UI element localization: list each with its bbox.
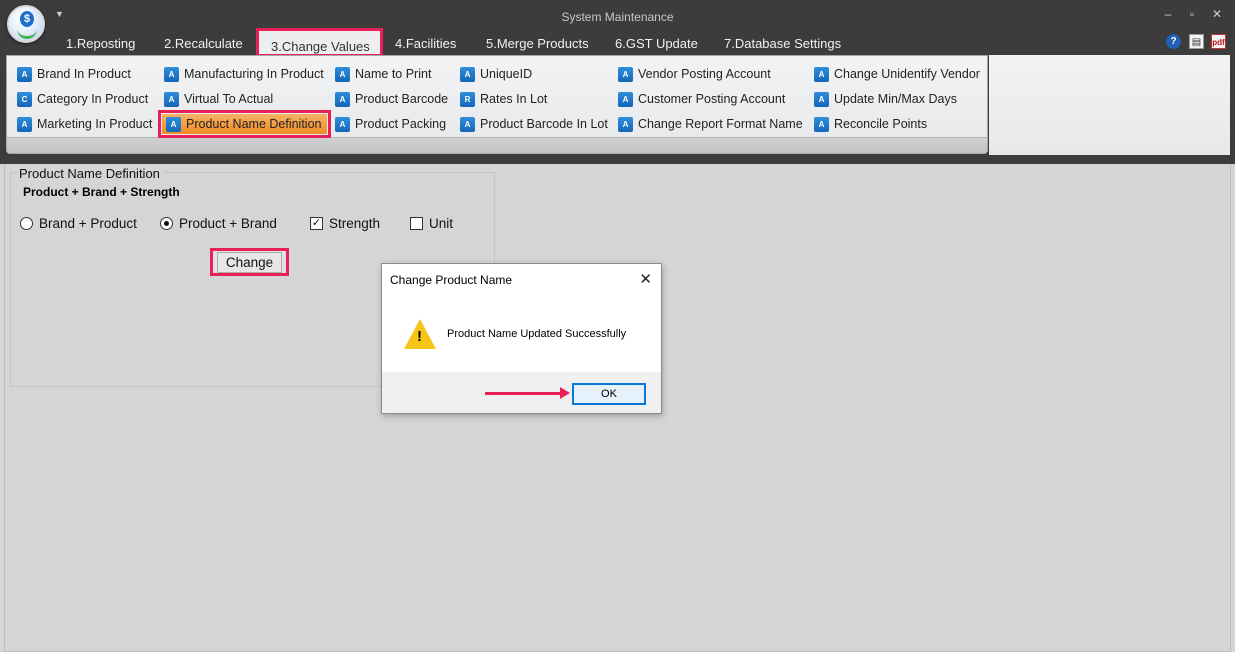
tab-reposting[interactable]: 1.Reposting	[66, 36, 135, 51]
annotation-arrow-line	[485, 392, 563, 395]
maximize-button[interactable]: ▫	[1184, 7, 1200, 21]
ribbon-item-marketing-in-product[interactable]: A Marketing In Product	[17, 114, 152, 134]
user-icon: C	[17, 91, 32, 107]
ribbon-item-product-packing[interactable]: A Product Packing	[335, 114, 446, 134]
title-bar: ▼ System Maintenance – ▫ ✕	[0, 0, 1235, 31]
group-title: Product Name Definition	[19, 166, 163, 181]
ribbon-panel: A Brand In Product C Category In Product A…	[6, 55, 988, 154]
ribbon-item-customer-posting-account[interactable]: A Customer Posting Account	[618, 89, 785, 109]
user-icon: A	[814, 91, 829, 107]
user-icon: A	[814, 66, 829, 82]
tab-change-values[interactable]: 3.Change Values	[256, 28, 383, 57]
leaf-icon	[17, 27, 37, 39]
ribbon-item-product-barcode[interactable]: A Product Barcode	[335, 89, 448, 109]
change-button[interactable]: Change	[210, 248, 289, 276]
ribbon-footer	[7, 137, 987, 153]
tab-database-settings[interactable]: 7.Database Settings	[724, 36, 841, 51]
user-icon: A	[618, 91, 633, 107]
ribbon-item-virtual-to-actual[interactable]: A Virtual To Actual	[164, 89, 273, 109]
pdf-icon[interactable]: pdf	[1211, 34, 1226, 49]
user-icon: A	[814, 116, 829, 132]
ok-button[interactable]: OK	[572, 383, 646, 405]
name-formula-label: Product + Brand + Strength	[23, 185, 180, 199]
checkbox-strength[interactable]: ✓ Strength	[310, 216, 380, 231]
dialog-close-icon[interactable]: ✕	[639, 270, 652, 288]
dialog-title: Change Product Name	[390, 273, 513, 287]
close-window-button[interactable]: ✕	[1209, 7, 1225, 21]
user-icon: A	[460, 116, 475, 132]
menu-tabs: 1.Reposting 2.Recalculate 3.Change Value…	[0, 28, 1235, 57]
dialog-message: Product Name Updated Successfully	[447, 328, 627, 340]
document-icon[interactable]: ▤	[1189, 34, 1204, 49]
user-icon: A	[618, 116, 633, 132]
ribbon-item-change-unidentify-vendor[interactable]: A Change Unidentify Vendor	[814, 64, 980, 84]
ribbon-item-change-report-format-name[interactable]: A Change Report Format Name	[618, 114, 803, 134]
radio-brand-product[interactable]: Brand + Product	[20, 216, 137, 231]
radio-circle[interactable]	[20, 217, 33, 230]
ribbon-item-category-in-product[interactable]: C Category In Product	[17, 89, 148, 109]
user-icon: A	[164, 66, 179, 82]
radio-product-brand[interactable]: Product + Brand	[160, 216, 277, 231]
user-icon: A	[335, 116, 350, 132]
dollar-coin-icon: $	[20, 11, 34, 27]
ribbon-item-update-min-max-days[interactable]: A Update Min/Max Days	[814, 89, 957, 109]
ribbon-empty-area	[989, 55, 1230, 155]
user-icon: A	[335, 66, 350, 82]
exclamation-mark: !	[417, 328, 422, 345]
ribbon-item-reconcile-points[interactable]: A Reconcile Points	[814, 114, 927, 134]
ribbon-item-product-barcode-in-lot[interactable]: A Product Barcode In Lot	[460, 114, 608, 134]
window-title: System Maintenance	[561, 10, 674, 24]
user-icon: A	[17, 66, 32, 82]
tab-merge-products[interactable]: 5.Merge Products	[486, 36, 589, 51]
minimize-button[interactable]: –	[1160, 7, 1176, 21]
user-icon: A	[335, 91, 350, 107]
annotation-arrow-head-icon	[560, 387, 570, 399]
dialog-body: Change Product Name ✕ ! Product Name Upd…	[382, 264, 661, 372]
app-logo[interactable]: $	[7, 5, 45, 43]
ribbon-item-name-to-print[interactable]: A Name to Print	[335, 64, 431, 84]
ribbon-item-uniqueid[interactable]: A UniqueID	[460, 64, 532, 84]
user-icon: A	[166, 116, 181, 132]
tab-facilities[interactable]: 4.Facilities	[395, 36, 456, 51]
user-icon: A	[164, 91, 179, 107]
checkbox-unit[interactable]: Unit	[410, 216, 453, 231]
ribbon-item-manufacturing-in-product[interactable]: A Manufacturing In Product	[164, 64, 324, 84]
radio-circle-selected[interactable]	[160, 217, 173, 230]
user-icon: A	[460, 66, 475, 82]
user-icon: R	[460, 91, 475, 107]
ribbon-item-product-name-definition[interactable]: A Product Name Definition	[157, 110, 332, 138]
ribbon-item-brand-in-product[interactable]: A Brand In Product	[17, 64, 131, 84]
user-icon: A	[618, 66, 633, 82]
ribbon-item-vendor-posting-account[interactable]: A Vendor Posting Account	[618, 64, 771, 84]
tab-recalculate[interactable]: 2.Recalculate	[164, 36, 243, 51]
checkbox-box[interactable]	[410, 217, 423, 230]
ribbon-item-rates-in-lot[interactable]: R Rates In Lot	[460, 89, 547, 109]
user-icon: A	[17, 116, 32, 132]
checkmark-icon[interactable]: ✓	[310, 217, 323, 230]
help-icon[interactable]: ?	[1166, 34, 1181, 49]
tab-gst-update[interactable]: 6.GST Update	[615, 36, 698, 51]
ribbon-area: A Brand In Product C Category In Product A…	[0, 55, 1235, 158]
